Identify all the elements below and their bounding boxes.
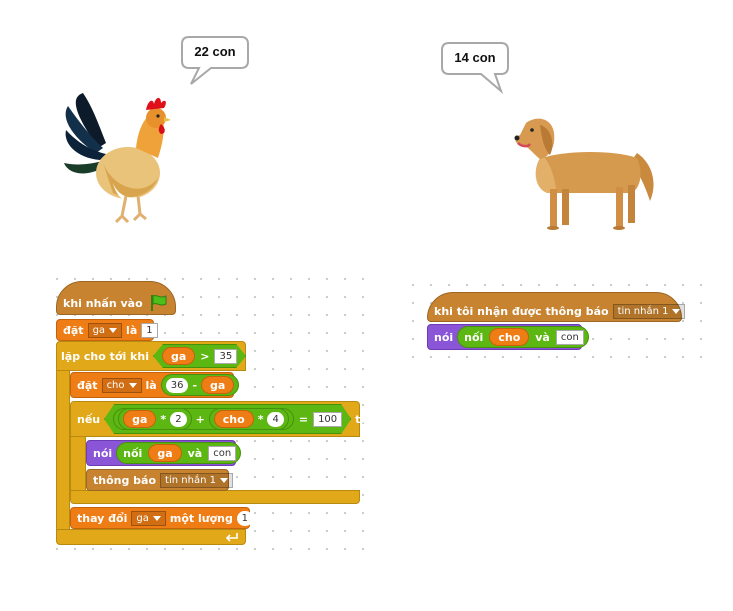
message-dropdown[interactable]: tin nhắn 1 [160, 472, 233, 488]
set-ga-value-input[interactable]: 1 [141, 322, 158, 338]
repeat-arrow-icon [225, 533, 238, 542]
dropdown-arrow-icon [672, 308, 681, 314]
join-text-input-2[interactable]: con [555, 329, 584, 345]
repeat-until-block[interactable]: lặp cho tới khi ga > 35 [56, 341, 246, 371]
say-block-2[interactable]: nói nối cho và con [427, 324, 589, 350]
subtract-left-input[interactable]: 36 [165, 377, 189, 393]
dog-bubble-text: 14 con [454, 50, 496, 65]
say-label-2: nói [434, 330, 454, 344]
variable-dropdown-ga[interactable]: ga [87, 322, 123, 338]
if-arm [70, 436, 86, 492]
green-flag-icon [150, 295, 167, 311]
by-label: một lượng [169, 511, 233, 525]
multiply-operator-ga[interactable]: ga * 2 [118, 408, 191, 430]
join-label: nối [123, 446, 143, 460]
equals-operator[interactable]: ga * 2 + cho * 4 = 100 [104, 404, 351, 434]
times-symbol: * [160, 412, 167, 426]
subtract-operator[interactable]: 36 - ga [160, 374, 240, 396]
repeat-until-label: lặp cho tới khi [61, 349, 149, 363]
set-label: đặt [63, 323, 84, 337]
to-label-2: là [145, 378, 157, 392]
message-dropdown-value: tin nhắn 1 [165, 474, 216, 486]
join-text-input[interactable]: con [208, 445, 237, 461]
then-label: thì [355, 412, 373, 426]
cho-reporter-2[interactable]: cho [489, 328, 530, 346]
if-label: nếu [77, 412, 101, 426]
ga-reporter-4[interactable]: ga [148, 444, 182, 462]
multiply-operator-cho[interactable]: cho * 4 [209, 408, 289, 430]
change-amount-input[interactable]: 1 [236, 510, 253, 526]
repeat-until-bottom [56, 529, 246, 545]
when-flag-clicked-block[interactable]: khi nhấn vào [56, 281, 176, 315]
join-label-2: nối [464, 330, 484, 344]
ga-reporter[interactable]: ga [162, 347, 195, 365]
broadcast-label: thông báo [93, 473, 157, 487]
threshold-input[interactable]: 35 [214, 349, 237, 364]
dog-sprite[interactable] [512, 113, 660, 233]
plus-symbol: + [195, 412, 205, 426]
when-flag-label: khi nhấn vào [63, 296, 143, 310]
when-receive-label: khi tôi nhận được thông báo [434, 304, 609, 318]
ga-reporter-2[interactable]: ga [201, 376, 235, 394]
change-ga-block[interactable]: thay đổi ga một lượng 1 [70, 507, 253, 529]
target-100-input[interactable]: 100 [313, 412, 342, 427]
and-label-2: và [535, 330, 550, 344]
variable-dropdown-cho[interactable]: cho [101, 377, 142, 393]
dropdown-arrow-icon [219, 477, 228, 483]
to-label: là [126, 323, 138, 337]
repeat-until-arm [56, 370, 70, 530]
variable-dropdown-ga-2[interactable]: ga [131, 510, 166, 526]
variable-dropdown-value-2: cho [106, 379, 125, 391]
broadcast-block[interactable]: thông báo tin nhắn 1 [86, 469, 233, 491]
set-ga-block[interactable]: đặt ga là 1 [56, 319, 158, 341]
equals-symbol: = [298, 412, 309, 426]
say-label: nói [93, 446, 113, 460]
greater-than-operator[interactable]: ga > 35 [153, 344, 246, 368]
set-cho-block[interactable]: đặt cho là 36 - ga [70, 372, 240, 398]
rooster-bubble-text: 22 con [194, 44, 236, 59]
if-bottom [70, 490, 360, 504]
gt-symbol: > [200, 349, 210, 363]
minus-symbol: - [192, 378, 198, 392]
multiplier-4-input[interactable]: 4 [267, 412, 283, 427]
dropdown-arrow-icon [109, 327, 118, 333]
variable-dropdown-value-3: ga [136, 512, 149, 524]
variable-dropdown-value: ga [92, 324, 106, 336]
addition-operator[interactable]: ga * 2 + cho * 4 [113, 408, 294, 430]
receive-message-value: tin nhắn 1 [617, 305, 669, 317]
rooster-sprite[interactable] [58, 88, 173, 228]
dropdown-arrow-icon [128, 382, 137, 388]
join-operator-2[interactable]: nối cho và con [457, 326, 589, 348]
join-operator[interactable]: nối ga và con [116, 442, 242, 464]
ga-reporter-3[interactable]: ga [123, 410, 156, 428]
if-block[interactable]: nếu ga * 2 + cho * 4 = 100 thì [70, 401, 372, 437]
dropdown-arrow-icon [152, 515, 161, 521]
say-block[interactable]: nói nối ga và con [86, 440, 242, 466]
multiplier-2-input[interactable]: 2 [170, 412, 186, 427]
dog-speech-bubble: 14 con [441, 42, 511, 94]
rooster-speech-bubble: 22 con [181, 36, 251, 86]
when-receive-block[interactable]: khi tôi nhận được thông báo tin nhắn 1 [427, 292, 686, 322]
and-label: và [187, 446, 203, 460]
receive-message-dropdown[interactable]: tin nhắn 1 [612, 303, 686, 319]
times-symbol-2: * [257, 412, 264, 426]
change-label: thay đổi [77, 511, 128, 525]
set-label-2: đặt [77, 378, 98, 392]
cho-reporter[interactable]: cho [214, 410, 254, 428]
